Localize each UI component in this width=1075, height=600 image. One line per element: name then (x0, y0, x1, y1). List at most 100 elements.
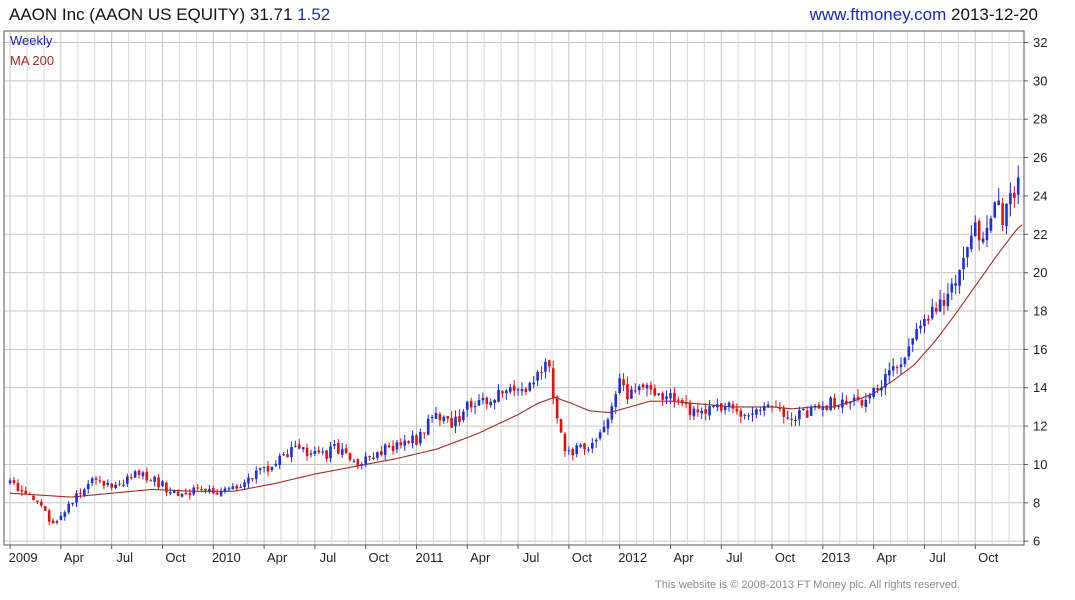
candle-body (676, 399, 680, 401)
candle (790, 412, 793, 427)
candle-body (700, 410, 704, 414)
candle-body (337, 442, 340, 454)
candle-body (254, 470, 258, 480)
candle-body (270, 466, 274, 471)
candle (903, 356, 907, 368)
candle-body (962, 257, 965, 270)
x-tick-label: Apr (673, 550, 694, 565)
candle-body (419, 431, 422, 444)
candle-body (55, 521, 59, 523)
candle (98, 475, 102, 484)
candle-body (555, 396, 559, 419)
candle-body (938, 299, 942, 312)
candle (477, 394, 481, 406)
candle-body (83, 489, 86, 496)
candle (438, 411, 442, 427)
candle (426, 414, 430, 436)
candle-body (28, 493, 31, 495)
candle-body (548, 360, 551, 367)
candle-body (825, 405, 829, 410)
candle (403, 434, 407, 451)
candle-body (215, 492, 219, 495)
candle (395, 439, 399, 454)
candle-body (47, 510, 51, 522)
candle (927, 314, 930, 325)
candle (387, 442, 391, 449)
candle-body (282, 454, 285, 456)
candle-body (360, 464, 364, 466)
x-axis: 2009 Apr Jul Oct 2010 Apr Jul Oct 2011 Apr Jul Oct 2… (9, 545, 999, 565)
candle-body (364, 456, 367, 465)
x-tick-label: 2010 (212, 550, 241, 565)
candle-body (118, 483, 121, 485)
candle (665, 390, 668, 405)
candle-body (1005, 203, 1008, 227)
candle-body (16, 482, 20, 492)
candle (899, 357, 903, 375)
candle (637, 384, 641, 395)
candle-body (1013, 192, 1016, 199)
candle-body (262, 466, 266, 468)
candle-body (469, 401, 473, 408)
candle (239, 484, 242, 489)
candle-body (497, 389, 500, 402)
candle-body (465, 401, 469, 410)
candle (508, 383, 512, 395)
x-tick-label: Apr (64, 550, 85, 565)
candle-body (985, 227, 989, 241)
candle-body (551, 368, 555, 399)
candle-body (102, 480, 106, 486)
copyright-footer: This website is © 2008-2013 FT Money plc… (655, 579, 961, 591)
candle (794, 415, 797, 426)
candle (122, 479, 125, 487)
candle-body (977, 220, 981, 241)
candle-body (71, 503, 74, 505)
candle-body (325, 450, 328, 459)
candle (133, 469, 137, 478)
candle (114, 481, 117, 490)
candle (696, 403, 700, 417)
candle (258, 467, 262, 475)
candle (8, 477, 12, 485)
candle (716, 398, 719, 412)
x-tick-label: Jul (523, 550, 540, 565)
candle-body (876, 387, 879, 390)
y-axis: 6 8 10 12 14 16 18 20 22 24 26 28 30 32 (1024, 35, 1047, 549)
candle (548, 359, 551, 373)
candle-body (32, 495, 35, 501)
candle-body (137, 470, 141, 475)
y-tick-label: 8 (1033, 495, 1040, 510)
candle-body (598, 432, 602, 439)
candle (309, 449, 313, 458)
candle (110, 482, 113, 491)
candle (579, 443, 582, 449)
candle (1016, 165, 1020, 204)
candle-body (821, 407, 825, 410)
y-tick-label: 30 (1033, 73, 1047, 88)
candle-body (688, 402, 692, 416)
candle-body (719, 403, 723, 411)
candle-body (411, 435, 414, 444)
candle-body (567, 450, 571, 452)
candle-body (716, 404, 719, 408)
candle-body (606, 419, 610, 429)
candle (102, 480, 106, 489)
candle (446, 415, 450, 424)
candle-body (563, 433, 567, 452)
candle (954, 274, 957, 295)
candle (743, 413, 746, 420)
candle-body (630, 389, 633, 399)
candle-body (223, 488, 227, 492)
candle (567, 446, 571, 456)
candle-body (157, 477, 160, 488)
candle-body (848, 402, 852, 404)
candle (149, 478, 153, 482)
candle-body (188, 493, 192, 496)
candle (782, 405, 786, 424)
y-tick-label: 22 (1033, 227, 1047, 242)
candle-body (778, 407, 782, 410)
candle-body (770, 406, 774, 408)
candle-body (67, 503, 71, 513)
candle (544, 358, 547, 379)
y-tick-label: 20 (1033, 265, 1047, 280)
